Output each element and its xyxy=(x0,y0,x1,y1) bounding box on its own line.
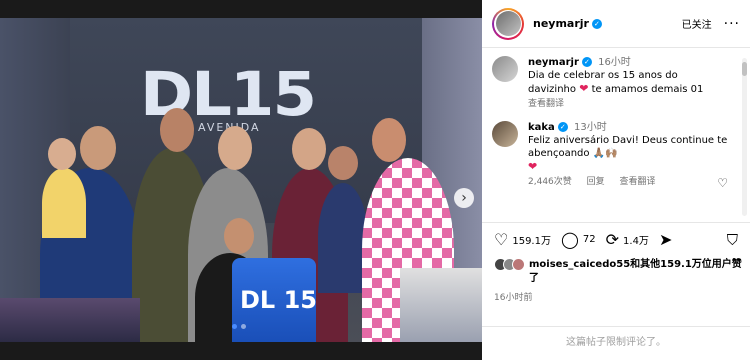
see-translation-link[interactable]: 查看翻译 xyxy=(620,177,656,187)
carousel-dots xyxy=(232,324,246,329)
comment-like-count[interactable]: 2,446次赞 xyxy=(528,177,572,187)
post-media[interactable]: DL15 AVENIDA DL 15 › xyxy=(0,0,482,360)
scrollbar-thumb[interactable] xyxy=(742,62,747,76)
author-avatar[interactable] xyxy=(492,7,524,40)
comment-like-heart-icon[interactable]: ♡ xyxy=(717,176,728,190)
verified-badge-icon: ✓ xyxy=(591,19,602,29)
liker-username[interactable]: moises_caicedo55 xyxy=(529,259,630,270)
person-girl-navy-head xyxy=(328,146,358,180)
repost-count: 1.4万 xyxy=(623,236,649,247)
heart-emoji-icon: ❤ xyxy=(579,82,589,95)
comment-item: kaka ✓ 13小时 Feliz aniversário Davi! Deus … xyxy=(492,121,740,189)
comment-meta: 2,446次赞 回复 查看翻译 xyxy=(528,176,728,189)
more-horizontal-icon[interactable]: ··· xyxy=(724,16,740,32)
person-woman-left-head xyxy=(80,126,116,170)
following-button[interactable]: 已关注 xyxy=(682,16,712,31)
comment-bubble-icon[interactable]: ◯ xyxy=(561,231,579,248)
author-avatar-image xyxy=(495,11,521,36)
comment-body: kaka ✓ 13小时 Feliz aniversário Davi! Deus … xyxy=(528,121,728,189)
verified-badge-icon: ✓ xyxy=(581,57,592,67)
repost-icon[interactable]: ⟳ xyxy=(606,231,619,248)
comment-text: Dia de celebrar os 15 anos do davizinho … xyxy=(528,69,728,96)
carousel-dot-2[interactable] xyxy=(241,324,246,329)
like-count[interactable]: 159.1万 xyxy=(512,232,551,247)
comment-text-tail: te amamos demais 01 xyxy=(591,84,704,95)
pray-hands-emoji: 🙏🏽🙌🏽 xyxy=(592,148,618,159)
comment-username[interactable]: kaka xyxy=(528,122,555,133)
comment-username[interactable]: neymarjr xyxy=(528,57,579,68)
next-slide-chevron-icon[interactable]: › xyxy=(454,188,474,208)
comments-scrollbar[interactable] xyxy=(742,58,747,216)
post-actions-bar: ♡ 159.1万 ◯ 72 ⟳ 1.4万 ➤ ⛉ xyxy=(482,222,750,256)
comment-text: Feliz aniversário Davi! Deus continue te… xyxy=(528,134,728,160)
person-woman-maroon-head xyxy=(292,128,326,170)
person-girl-navy xyxy=(318,183,368,293)
like-action[interactable]: ♡ 159.1万 xyxy=(494,231,551,248)
person-teen-grey-head xyxy=(218,126,252,170)
liked-by: moises_caicedo55和其他159.1万位用户赞了 xyxy=(494,258,744,286)
repost-action[interactable]: ⟳ 1.4万 xyxy=(606,231,649,248)
dessert-table-left xyxy=(0,298,140,342)
comment-meta: 查看翻译 xyxy=(528,98,728,111)
comment-time[interactable]: 16小时 xyxy=(598,57,631,68)
carousel-dot-1[interactable] xyxy=(232,324,237,329)
comment-action[interactable]: ◯ 72 xyxy=(561,231,596,248)
post-side-panel: neymarjr ✓ 已关注 ··· neymarjr ✓ 16小时 Dia de … xyxy=(482,0,750,360)
liked-by-text: moises_caicedo55和其他159.1万位用户赞了 xyxy=(529,258,744,286)
heart-emoji-icon: ❤ xyxy=(528,160,538,173)
share-paper-plane-icon[interactable]: ➤ xyxy=(659,231,672,248)
heart-emoji-line: ❤ xyxy=(528,160,728,174)
share-action[interactable]: ➤ xyxy=(659,231,676,248)
heart-icon[interactable]: ♡ xyxy=(494,231,508,248)
post-header: neymarjr ✓ 已关注 ··· xyxy=(482,0,750,48)
comment-body: neymarjr ✓ 16小时 Dia de celebrar os 15 ano… xyxy=(528,56,728,111)
liker-avatar xyxy=(512,258,525,271)
verified-badge-icon: ✓ xyxy=(557,122,568,132)
bookmark-icon[interactable]: ⛉ xyxy=(727,231,738,249)
cake-logo: DL 15 xyxy=(240,286,317,314)
dessert-table-right xyxy=(400,268,482,342)
post-photo[interactable]: DL15 AVENIDA DL 15 › xyxy=(0,18,482,342)
comment-avatar[interactable] xyxy=(492,56,518,82)
comment-count: 72 xyxy=(582,234,596,245)
liker-avatars[interactable] xyxy=(494,258,525,286)
author-username[interactable]: neymarjr ✓ xyxy=(533,17,602,30)
person-toddler-left xyxy=(42,168,86,238)
person-boy-black-head xyxy=(224,218,254,254)
post-timestamp[interactable]: 16小时前 xyxy=(494,290,532,303)
comments-limited-notice: 这篇帖子限制评论了。 xyxy=(482,326,750,360)
comment-avatar[interactable] xyxy=(492,121,518,147)
comments-list[interactable]: neymarjr ✓ 16小时 Dia de celebrar os 15 ano… xyxy=(482,48,750,218)
comment-text-main: Feliz aniversário Davi! Deus continue te… xyxy=(528,135,728,159)
person-man-pink-check-head xyxy=(372,118,406,162)
person-toddler-left-head xyxy=(48,138,76,170)
reply-link[interactable]: 回复 xyxy=(587,177,605,187)
person-man-camo-head xyxy=(160,108,194,152)
author-username-text: neymarjr xyxy=(533,17,589,30)
comment-time[interactable]: 13小时 xyxy=(574,122,607,133)
caption-comment: neymarjr ✓ 16小时 Dia de celebrar os 15 ano… xyxy=(492,56,740,111)
see-translation-link[interactable]: 查看翻译 xyxy=(528,99,564,109)
